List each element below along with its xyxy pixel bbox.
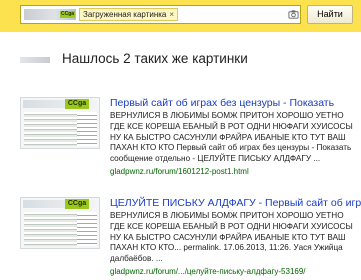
thumbnail-logo: ССga bbox=[65, 199, 89, 209]
uploaded-image-thumbnail[interactable]: ССga bbox=[24, 9, 76, 20]
thumbnail-logo: ССga bbox=[60, 11, 75, 18]
thumbnail-logo: ССga bbox=[65, 99, 89, 109]
result-thumbnail[interactable]: ССga bbox=[20, 197, 100, 249]
result-title-link[interactable]: ЦЕЛУЙТЕ ПИСЬКУ АЛДФАГУ - Первый сайт об … bbox=[110, 197, 361, 210]
chip-close-icon[interactable]: × bbox=[169, 10, 174, 19]
search-button[interactable]: Найти bbox=[307, 5, 353, 24]
chip-label: Загруженная картинка bbox=[83, 10, 167, 19]
result-snippet: ВЕРНУЛИСЯ В ЛЮБИМЫ БОМЖ ПРИТОН ХОРОШО УЕ… bbox=[110, 111, 353, 164]
result-url-link[interactable]: gladpwnz.ru/forum/.../целуйте-письку-алд… bbox=[110, 267, 355, 276]
result-url-link[interactable]: gladpwnz.ru/forum/1601212-post1.html bbox=[110, 167, 355, 176]
camera-icon[interactable] bbox=[288, 9, 299, 20]
search-header: ССga Загруженная картинка × Найти bbox=[0, 0, 361, 32]
result-snippet: ВЕРНУЛИСЯ В ЛЮБИМЫ БОМЖ ПРИТОН ХОРОШО УЕ… bbox=[110, 211, 353, 264]
search-input[interactable]: ССga Загруженная картинка × bbox=[20, 5, 301, 24]
result-title-link[interactable]: Первый сайт об играх без цензуры - Показ… bbox=[110, 97, 355, 110]
heading-image-thumbnail bbox=[20, 57, 50, 63]
uploaded-image-chip[interactable]: Загруженная картинка × bbox=[79, 8, 179, 21]
result-thumbnail[interactable]: ССga bbox=[20, 97, 100, 149]
results-count-text: Нашлось 2 таких же картинки bbox=[62, 51, 248, 66]
